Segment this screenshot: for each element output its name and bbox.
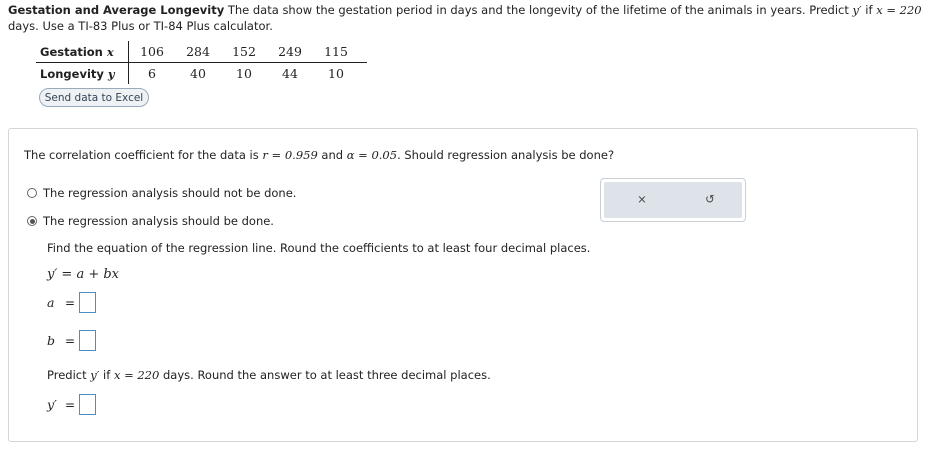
table-cell: 44 [282,66,298,81]
question-text: The correlation coefficient for the data… [24,148,615,162]
table-cell: 115 [313,41,359,63]
row-header-longevity: Longevity y [36,62,129,84]
table-cell: 40 [190,66,206,81]
option-done[interactable]: The regression analysis should be done. [27,214,274,228]
answer-row-y: y′ = [47,394,97,415]
a-input[interactable] [79,292,97,313]
option-label: The regression analysis should be done. [43,214,274,228]
table-cell: 106 [128,41,175,63]
a-label: a [47,295,55,310]
regression-equation: y′ = a + bx [47,267,120,282]
problem-text-if: if [861,3,877,17]
table-cell: 284 [175,41,221,63]
problem-text: The data show the gestation period in da… [224,3,853,17]
answer-row-b: b = [47,330,97,351]
answer-row-a: a = [47,292,97,313]
problem-y-prime: y′ [852,3,862,17]
close-icon[interactable]: × [632,189,652,209]
option-not-done[interactable]: The regression analysis should not be do… [27,186,296,200]
y-prime-input[interactable] [79,394,97,415]
answer-tools: × ↺ [600,178,746,222]
table-cell: 6 [148,66,156,81]
table-pad [359,41,367,63]
option-label: The regression analysis should not be do… [43,186,297,200]
radio-not-done[interactable] [27,188,37,198]
row-header-gestation: Gestation x [36,41,129,63]
send-to-excel-button[interactable]: Send data to Excel [39,88,149,107]
table-cell: 152 [221,41,267,63]
y-prime-label: y′ [47,397,57,412]
radio-done[interactable] [27,216,37,226]
b-input[interactable] [79,330,97,351]
predict-instruction: Predict y′ if x = 220 days. Round the an… [47,368,491,382]
tools-bar: × ↺ [604,182,742,218]
problem-title: Gestation and Average Longevity [8,3,225,17]
b-label: b [47,333,56,348]
problem-x-value: x = 220 [876,3,922,17]
table-cell: 10 [328,66,344,81]
undo-icon[interactable]: ↺ [700,189,720,209]
equals-sign: = [65,295,76,310]
data-table: Gestation x 106 284 152 249 115 Longevit… [36,41,367,84]
table-cell: 10 [236,66,252,81]
table-cell: 249 [267,41,313,63]
question-panel: The correlation coefficient for the data… [8,128,918,442]
regression-instruction: Find the equation of the regression line… [47,241,591,255]
table-pad [359,63,367,85]
equals-sign: = [65,397,76,412]
table-row-longevity: Longevity y 6 40 10 44 10 [36,62,367,85]
problem-text-end: days. Use a TI-83 Plus or TI-84 Plus cal… [8,19,273,33]
problem-statement: Gestation and Average Longevity The data… [8,2,923,34]
table-row-gestation: Gestation x 106 284 152 249 115 [36,41,367,63]
equals-sign: = [65,333,76,348]
